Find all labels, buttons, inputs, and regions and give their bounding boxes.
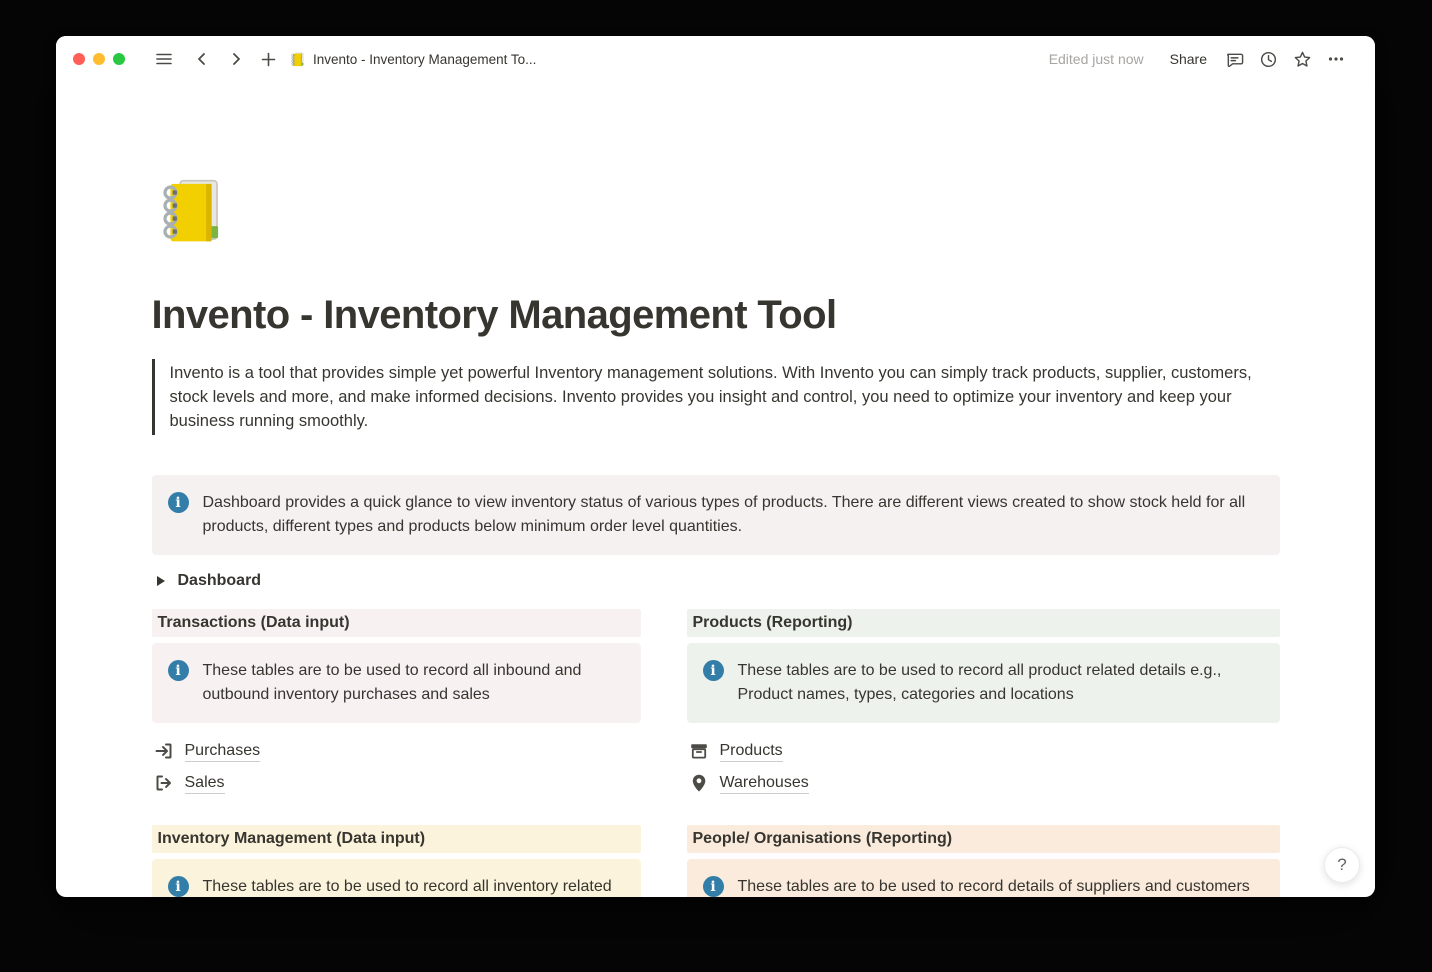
location-pin-icon (689, 773, 710, 794)
page-link-sales[interactable]: Sales (152, 767, 641, 799)
section-header: Transactions (Data input) (152, 609, 641, 637)
minimize-window-button[interactable] (93, 53, 105, 65)
page-title: Invento - Inventory Management Tool (152, 291, 1280, 339)
section-callout-text: These tables are to be used to record al… (738, 659, 1264, 707)
exit-icon (154, 773, 175, 794)
section-transactions: Transactions (Data input) i These tables… (152, 609, 641, 799)
section-products: Products (Reporting) i These tables are … (687, 609, 1280, 799)
page-notebook-icon[interactable] (152, 172, 230, 250)
section-inventory-management: Inventory Management (Data input) i Thes… (152, 825, 641, 897)
section-header: People/ Organisations (Reporting) (687, 825, 1280, 853)
page-link-label[interactable]: Products (720, 740, 783, 762)
section-callout-text: These tables are to be used to record al… (203, 659, 625, 707)
section-callout: i These tables are to be used to record … (687, 859, 1280, 897)
section-callout: i These tables are to be used to record … (152, 643, 641, 723)
intro-quote-block: Invento is a tool that provides simple y… (152, 359, 1262, 435)
forward-icon[interactable] (223, 46, 249, 72)
current-tab[interactable]: Invento - Inventory Management To... (289, 51, 536, 68)
back-icon[interactable] (189, 46, 215, 72)
comments-icon[interactable] (1219, 46, 1249, 72)
section-people-organisations: People/ Organisations (Reporting) i Thes… (687, 825, 1280, 897)
section-header: Products (Reporting) (687, 609, 1280, 637)
tab-title: Invento - Inventory Management To... (313, 52, 536, 67)
page-link-products[interactable]: Products (687, 735, 1280, 767)
page-link-purchases[interactable]: Purchases (152, 735, 641, 767)
dashboard-callout: i Dashboard provides a quick glance to v… (152, 475, 1280, 555)
more-options-icon[interactable] (1321, 46, 1351, 72)
dashboard-callout-text: Dashboard provides a quick glance to vie… (203, 491, 1264, 539)
help-button[interactable]: ? (1324, 847, 1360, 883)
section-callout-text: These tables are to be used to record de… (738, 875, 1250, 897)
page-link-label[interactable]: Purchases (185, 740, 261, 762)
page-link-label[interactable]: Warehouses (720, 772, 809, 794)
info-icon: i (168, 492, 189, 513)
sidebar-menu-icon[interactable] (151, 46, 177, 72)
new-tab-icon[interactable] (255, 46, 281, 72)
toggle-triangle-icon[interactable] (156, 575, 166, 587)
dashboard-toggle[interactable]: Dashboard (152, 567, 1280, 595)
history-icon[interactable] (1253, 46, 1283, 72)
notebook-tab-icon (289, 51, 306, 68)
page-link-warehouses[interactable]: Warehouses (687, 767, 1280, 799)
info-icon: i (168, 660, 189, 681)
section-callout: i These tables are to be used to record … (687, 643, 1280, 723)
info-icon: i (703, 660, 724, 681)
section-callout-text: These tables are to be used to record al… (203, 875, 625, 897)
enter-icon (154, 741, 175, 762)
section-grid: Transactions (Data input) i These tables… (152, 609, 1280, 897)
page-link-label[interactable]: Sales (185, 772, 225, 794)
info-icon: i (168, 876, 189, 897)
dashboard-toggle-label[interactable]: Dashboard (178, 572, 262, 590)
info-icon: i (703, 876, 724, 897)
app-window: Invento - Inventory Management To... Edi… (56, 36, 1375, 897)
titlebar: Invento - Inventory Management To... Edi… (56, 36, 1375, 82)
window-controls (73, 53, 125, 65)
close-window-button[interactable] (73, 53, 85, 65)
favorite-star-icon[interactable] (1287, 46, 1317, 72)
share-button[interactable]: Share (1162, 47, 1215, 71)
zoom-window-button[interactable] (113, 53, 125, 65)
page-body: Invento - Inventory Management Tool Inve… (152, 82, 1280, 897)
section-callout: i These tables are to be used to record … (152, 859, 641, 897)
section-header: Inventory Management (Data input) (152, 825, 641, 853)
archive-box-icon (689, 741, 710, 762)
edited-status: Edited just now (1049, 51, 1144, 67)
